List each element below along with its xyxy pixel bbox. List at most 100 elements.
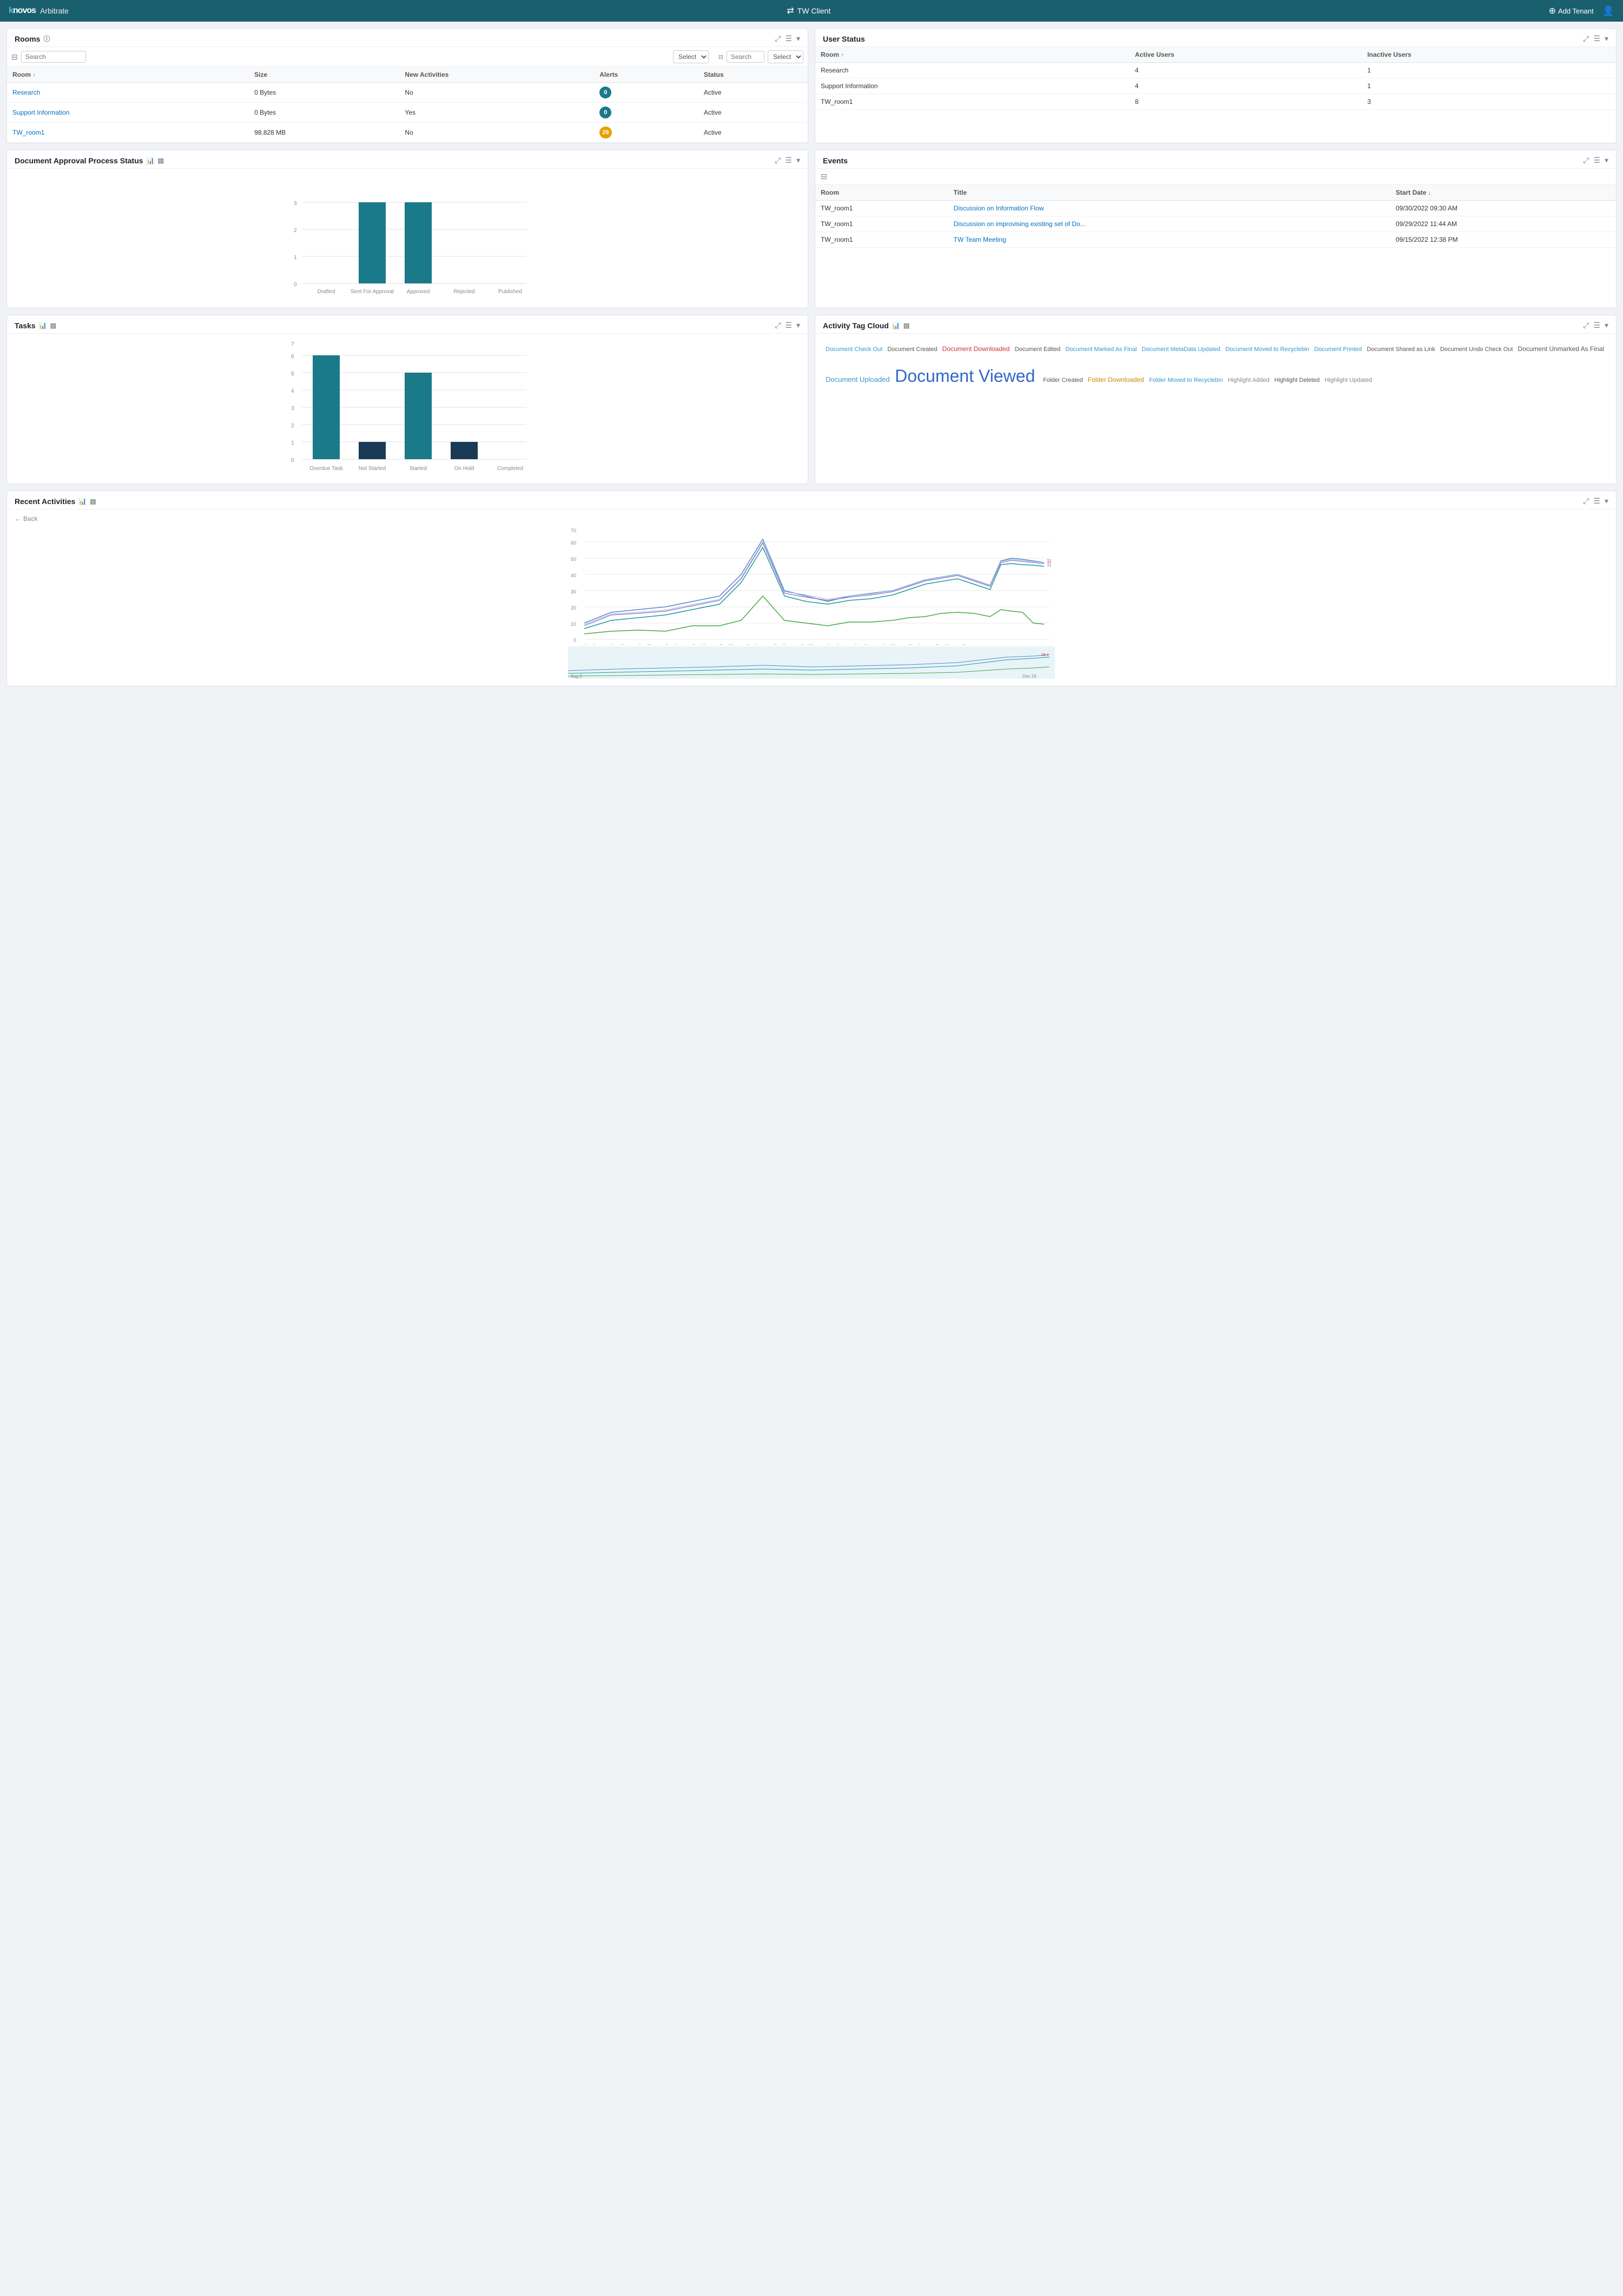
us-room-sort[interactable]: ↑ <box>841 52 843 58</box>
status-col-header: Status <box>698 67 808 83</box>
svg-text:Oct 21: Oct 21 <box>801 644 814 645</box>
tag-item[interactable]: Document Check Out <box>826 346 884 353</box>
user-profile-button[interactable]: 👤 <box>1602 5 1614 17</box>
back-button[interactable]: ← Back <box>15 515 1608 522</box>
rooms-table-body: Research 0 Bytes No 0 Active Support Inf… <box>7 83 808 143</box>
tasks-table-icon[interactable]: ▤ <box>50 322 56 329</box>
us-inactive-cell: 1 <box>1362 63 1616 78</box>
tag-item[interactable]: Highlight Deleted <box>1275 377 1322 383</box>
recent-activities-menu-icon[interactable]: ☰ <box>1593 497 1600 506</box>
doc-approval-chart-icon[interactable]: 📊 <box>147 157 155 164</box>
ev-title-cell: Discussion on Information Flow <box>948 201 1390 216</box>
rooms-filter-row: ⊟ Select ⊟ Select <box>7 47 808 67</box>
room-sort-icon[interactable]: ↑ <box>32 72 35 78</box>
tag-item[interactable]: Document Shared as Link <box>1367 346 1437 353</box>
new-activities-select[interactable]: Select <box>673 50 709 63</box>
tag-item[interactable]: Highlight Updated <box>1324 377 1371 383</box>
user-status-chevron-icon[interactable]: ▾ <box>1605 34 1608 43</box>
room-link[interactable]: TW_room1 <box>12 129 44 136</box>
tag-item[interactable]: Document MetaData Updated <box>1142 346 1222 353</box>
room-alerts-cell: 29 <box>594 123 698 143</box>
recent-activities-panel: Recent Activities 📊 ▤ ⤢ ☰ ▾ ← Back 0 10 … <box>6 491 1617 686</box>
tag-item[interactable]: Folder Created <box>1043 377 1084 383</box>
user-status-expand-icon[interactable]: ⤢ <box>1583 34 1589 43</box>
alerts-search-input[interactable] <box>727 51 764 63</box>
events-chevron-icon[interactable]: ▾ <box>1605 156 1608 165</box>
recent-activities-chart-area: ← Back 0 10 20 30 40 50 60 70 <box>7 510 1616 686</box>
events-panel-header: Events ⤢ ☰ ▾ <box>815 150 1616 169</box>
svg-text:3: 3 <box>294 201 297 207</box>
event-link[interactable]: Discussion on Information Flow <box>954 204 1044 212</box>
room-col-header: Room ↑ <box>7 67 249 83</box>
event-link[interactable]: Discussion on improvising existing set o… <box>954 220 1086 228</box>
ev-room-col: Room <box>815 185 948 201</box>
room-link[interactable]: Research <box>12 89 40 96</box>
us-room-cell: Support Information <box>815 78 1130 94</box>
activity-tag-chevron-icon[interactable]: ▾ <box>1605 321 1608 330</box>
rooms-expand-icon[interactable]: ⤢ <box>775 34 781 43</box>
alerts-badge: 29 <box>599 127 611 138</box>
doc-approval-title: Document Approval Process Status 📊 ▤ <box>15 156 164 165</box>
tag-item[interactable]: Document Uploaded <box>826 375 892 383</box>
svg-text:4: 4 <box>291 388 294 394</box>
tag-item[interactable]: Document Edited <box>1015 346 1062 353</box>
tag-item[interactable]: Document Printed <box>1314 346 1363 353</box>
rooms-panel-header: Rooms ⓘ ⤢ ☰ ▾ <box>7 29 808 47</box>
tag-item[interactable]: Document Marked As Final <box>1065 346 1138 353</box>
event-link[interactable]: TW Team Meeting <box>954 236 1006 243</box>
events-expand-icon[interactable]: ⤢ <box>1583 156 1589 165</box>
recent-activities-chart-icon[interactable]: 📊 <box>78 498 87 505</box>
recent-activities-chevron-icon[interactable]: ▾ <box>1605 497 1608 506</box>
doc-approval-table-icon[interactable]: ▤ <box>158 157 164 164</box>
tag-item[interactable]: Document Created <box>887 346 939 353</box>
tag-item[interactable]: Document Undo Check Out <box>1440 346 1515 353</box>
doc-approval-actions: ⤢ ☰ ▾ <box>775 156 800 165</box>
room-new-activities-cell: No <box>399 83 594 103</box>
rooms-menu-icon[interactable]: ☰ <box>785 34 792 43</box>
svg-text:0: 0 <box>294 282 297 288</box>
table-row: TW_room1 Discussion on improvising exist… <box>815 216 1616 232</box>
tasks-expand-icon[interactable]: ⤢ <box>775 321 781 330</box>
rooms-search-input[interactable] <box>21 51 86 63</box>
doc-approval-menu-icon[interactable]: ☰ <box>785 156 792 165</box>
rooms-table: Room ↑ Size New Activities Alerts Status… <box>7 67 808 143</box>
tasks-panel-actions: ⤢ ☰ ▾ <box>775 321 800 330</box>
activity-tag-chart-icon[interactable]: 📊 <box>892 322 900 329</box>
rooms-chevron-icon[interactable]: ▾ <box>796 34 800 43</box>
add-tenant-button[interactable]: ⊕ Add Tenant <box>1549 5 1594 16</box>
tag-item[interactable]: Document Unmarked As Final <box>1518 345 1604 353</box>
recent-activities-expand-icon[interactable]: ⤢ <box>1583 497 1589 506</box>
activity-tag-table-icon[interactable]: ▤ <box>903 322 909 329</box>
recent-activities-table-icon[interactable]: ▤ <box>90 498 96 505</box>
doc-approval-expand-icon[interactable]: ⤢ <box>775 156 781 165</box>
activity-tag-expand-icon[interactable]: ⤢ <box>1583 321 1589 330</box>
svg-text:Aug 21: Aug 21 <box>638 644 652 645</box>
tasks-menu-icon[interactable]: ☰ <box>785 321 792 330</box>
doc-approval-chevron-icon[interactable]: ▾ <box>796 156 800 165</box>
table-row: TW_room1 8 3 <box>815 94 1616 110</box>
tag-item[interactable]: Folder Moved to Recyclebin <box>1149 377 1224 383</box>
tag-item[interactable]: Highlight Added <box>1228 377 1271 383</box>
svg-text:On Hold: On Hold <box>454 466 474 472</box>
room-link[interactable]: Support Information <box>12 109 69 116</box>
activity-tag-menu-icon[interactable]: ☰ <box>1593 321 1600 330</box>
ev-date-sort[interactable]: ↓ <box>1428 190 1431 196</box>
room-alerts-cell: 0 <box>594 103 698 123</box>
room-alerts-cell: 0 <box>594 83 698 103</box>
new-activities-col-header: New Activities <box>399 67 594 83</box>
tag-item[interactable]: Document Downloaded <box>942 345 1012 353</box>
tag-item[interactable]: Folder Downloaded <box>1088 376 1146 383</box>
tasks-chart-icon[interactable]: 📊 <box>39 322 47 329</box>
tag-item[interactable]: Document Viewed <box>895 366 1040 386</box>
tag-item[interactable]: Document Moved to Recyclebin <box>1225 346 1311 353</box>
events-title: Events <box>823 156 848 165</box>
user-status-menu-icon[interactable]: ☰ <box>1593 34 1600 43</box>
ev-date-cell: 09/29/2022 11:44 AM <box>1390 216 1616 232</box>
events-menu-icon[interactable]: ☰ <box>1593 156 1600 165</box>
doc-approval-title-text: Document Approval Process Status <box>15 156 143 165</box>
back-label: Back <box>23 515 38 522</box>
user-status-panel: User Status ⤢ ☰ ▾ Room ↑ Active Users In… <box>815 28 1617 143</box>
tasks-chevron-icon[interactable]: ▾ <box>796 321 800 330</box>
status-select[interactable]: Select <box>768 50 803 63</box>
tasks-title-text: Tasks <box>15 321 36 330</box>
